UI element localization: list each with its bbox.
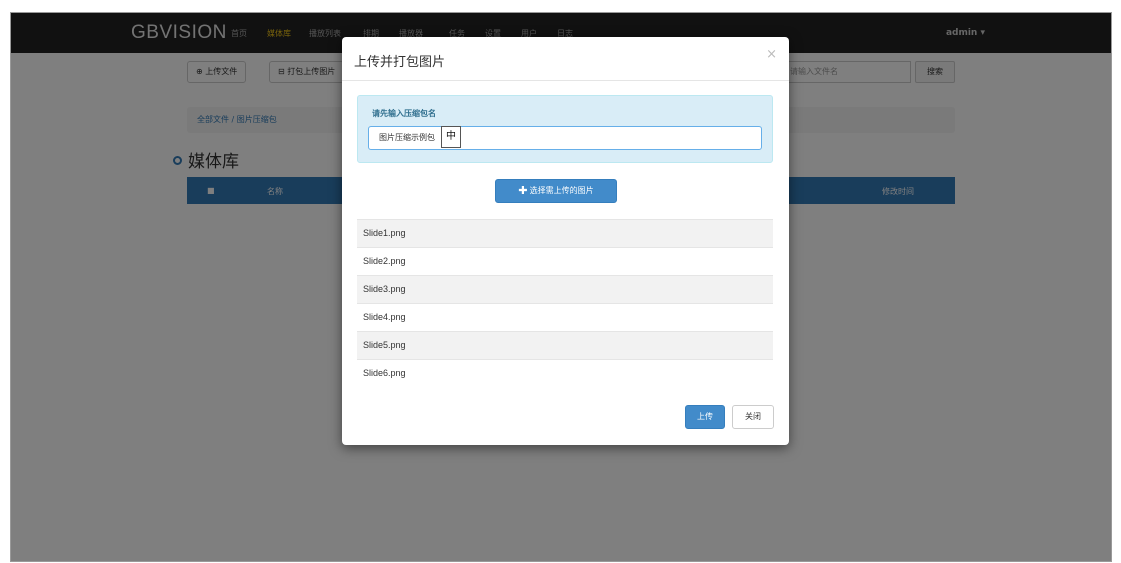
file-list: Slide1.png Slide2.png Slide3.png Slide4.… xyxy=(357,219,773,387)
list-item[interactable]: Slide6.png xyxy=(357,359,773,387)
upload-button[interactable]: 上传 xyxy=(685,405,725,429)
ime-indicator: 中 xyxy=(441,126,461,148)
package-name-panel: 请先输入压缩包名 图片压缩示例包 xyxy=(357,95,773,163)
close-icon[interactable]: × xyxy=(766,47,777,62)
app-window: GBVISION 首页 媒体库 播放列表 排期 播放器 任务 设置 用户 日志 … xyxy=(10,12,1112,562)
list-item[interactable]: Slide2.png xyxy=(357,247,773,275)
close-button[interactable]: 关闭 xyxy=(732,405,774,429)
upload-pack-modal: 上传并打包图片 × 请先输入压缩包名 图片压缩示例包 中 ✚ 选择需上传的图片 S… xyxy=(342,37,789,445)
modal-header: 上传并打包图片 × xyxy=(342,37,789,81)
select-images-button[interactable]: ✚ 选择需上传的图片 xyxy=(495,179,617,203)
package-name-input[interactable]: 图片压缩示例包 xyxy=(368,126,762,150)
plus-icon: ✚ xyxy=(518,184,528,197)
modal-title: 上传并打包图片 xyxy=(354,55,446,70)
list-item[interactable]: Slide5.png xyxy=(357,331,773,359)
list-item[interactable]: Slide1.png xyxy=(357,219,773,247)
package-name-label: 请先输入压缩包名 xyxy=(372,109,436,118)
list-item[interactable]: Slide3.png xyxy=(357,275,773,303)
select-images-label: 选择需上传的图片 xyxy=(529,186,594,195)
list-item[interactable]: Slide4.png xyxy=(357,303,773,331)
